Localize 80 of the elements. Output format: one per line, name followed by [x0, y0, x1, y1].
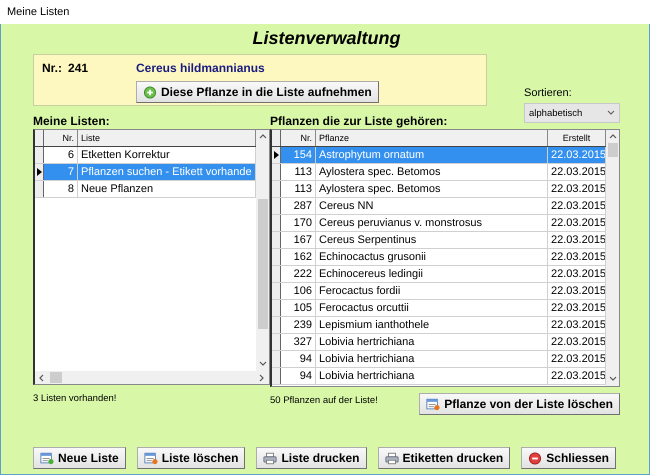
list-minus-icon — [144, 452, 158, 464]
table-cell: 94 — [281, 351, 316, 367]
table-cell: 7 — [44, 164, 78, 180]
lists-count: 3 Listen vorhanden! — [33, 393, 118, 404]
table-cell: Cereus peruvianus v. monstrosus — [316, 215, 548, 231]
plants-title: Pflanzen die zur Liste gehören: — [270, 114, 448, 128]
scroll-left-icon[interactable] — [38, 374, 46, 382]
column-header[interactable]: Nr. — [281, 130, 316, 146]
list-plus-icon — [40, 452, 54, 464]
table-cell: Echinocereus ledingii — [316, 266, 548, 282]
table-cell: Lepismium ianthothele — [316, 317, 548, 333]
table-cell: 106 — [281, 283, 316, 299]
remove-plant-button[interactable]: Pflanze von der Liste löschen — [419, 393, 620, 415]
scrollbar[interactable] — [35, 371, 269, 384]
scroll-right-icon[interactable] — [258, 374, 266, 382]
plus-circle-icon — [143, 86, 157, 98]
action-button[interactable]: Etiketten drucken — [378, 447, 510, 469]
table-cell: Ferocactus fordii — [316, 283, 548, 299]
scroll-down-icon[interactable] — [258, 360, 266, 368]
table-cell: 6 — [44, 147, 78, 163]
table-cell: Aylostera spec. Betomos — [316, 181, 548, 197]
nr-label: Nr.: — [42, 61, 62, 77]
sort-label: Sortieren: — [524, 87, 573, 99]
table-cell: Astrophytum ornatum — [316, 147, 548, 163]
window-title: Meine Listen — [7, 6, 70, 18]
grid-row[interactable]: 8 Neue Pflanzen — [35, 181, 256, 198]
table-cell: Lobivia hertrichiana — [316, 368, 548, 384]
table-cell: 287 — [281, 198, 316, 214]
table-cell: 113 — [281, 181, 316, 197]
add-plant-button[interactable]: Diese Pflanze in die Liste aufnehmen — [136, 81, 379, 103]
table-cell: 327 — [281, 334, 316, 350]
action-button[interactable]: Neue Liste — [33, 447, 126, 469]
chevron-down-icon — [607, 110, 615, 116]
row-pointer-icon — [36, 168, 42, 176]
table-cell: 162 — [281, 249, 316, 265]
table-cell: Cereus Serpentinus — [316, 232, 548, 248]
scroll-thumb[interactable] — [50, 372, 62, 383]
row-header[interactable] — [272, 147, 281, 163]
scrollbar[interactable] — [256, 130, 269, 371]
table-cell: Lobivia hertrichiana — [316, 351, 548, 367]
table-cell: Ferocactus orcuttii — [316, 300, 548, 316]
column-header[interactable]: Pflanze — [316, 130, 548, 146]
scroll-down-icon[interactable] — [608, 375, 616, 383]
row-header[interactable] — [35, 164, 44, 180]
table-cell: Lobivia hertrichiana — [316, 334, 548, 350]
lists-title: Meine Listen: — [33, 114, 110, 128]
scroll-up-icon[interactable] — [258, 133, 266, 141]
table-cell: 222 — [281, 266, 316, 282]
table-cell: 239 — [281, 317, 316, 333]
data-grid[interactable]: Nr. Liste 6 Etketten Korrektur 7 Pflanzen suchen - Etikett vorhande 8 Neue Pflanzen — [33, 129, 270, 385]
scrollbar[interactable] — [606, 130, 619, 386]
scroll-up-icon[interactable] — [608, 133, 616, 141]
table-cell: Pflanzen suchen - Etikett vorhande — [78, 164, 256, 180]
action-button[interactable]: Liste drucken — [256, 447, 366, 469]
table-cell: 154 — [281, 147, 316, 163]
printer-icon — [263, 452, 278, 464]
list-minus-icon — [426, 398, 440, 410]
page-heading: Listenverwaltung — [252, 28, 401, 48]
table-cell: Echinocactus grusonii — [316, 249, 548, 265]
scroll-thumb[interactable] — [258, 199, 268, 329]
plant-number: 241 — [68, 61, 88, 77]
plant-name: Cereus hildmannianus — [136, 61, 266, 77]
table-cell: 8 — [44, 181, 78, 197]
table-cell: 105 — [281, 300, 316, 316]
column-header[interactable]: Nr. — [44, 130, 78, 146]
table-cell: 94 — [281, 368, 316, 384]
table-cell: Cereus NN — [316, 198, 548, 214]
data-grid[interactable] — [270, 129, 620, 387]
printer-icon — [384, 452, 399, 464]
table-cell: 113 — [281, 164, 316, 180]
scroll-thumb[interactable] — [608, 143, 618, 157]
table-cell: Aylostera spec. Betomos — [316, 164, 548, 180]
plants-count: 50 Pflanzen auf der Liste! — [270, 395, 378, 406]
sort-dropdown[interactable]: alphabetisch — [524, 103, 620, 123]
action-button[interactable]: Liste löschen — [136, 447, 246, 469]
table-cell: 170 — [281, 215, 316, 231]
stop-icon — [528, 452, 542, 464]
table-cell: 167 — [281, 232, 316, 248]
row-pointer-icon — [274, 151, 278, 159]
action-button[interactable]: Schliessen — [521, 447, 616, 469]
